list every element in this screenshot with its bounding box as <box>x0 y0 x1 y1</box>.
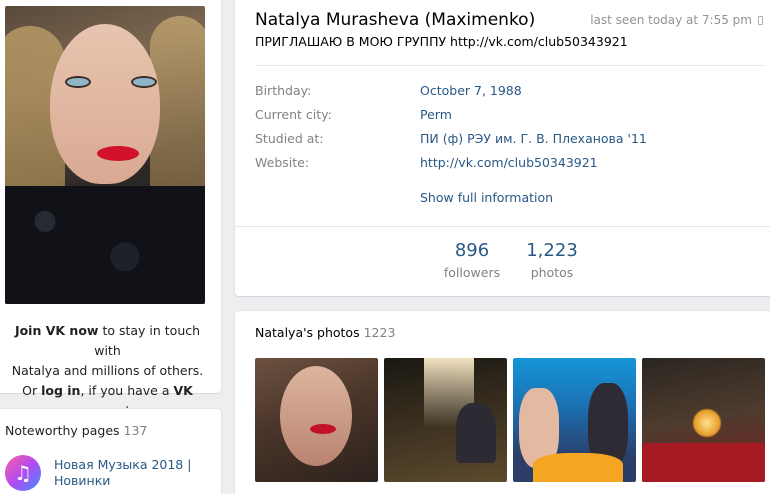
noteworthy-pages-card: Noteworthy pages 137 ♫ Новая Музыка 2018 … <box>0 409 221 494</box>
noteworthy-pages-count: 137 <box>123 423 148 438</box>
profile-info-card: Natalya Murasheva (Maximenko) last seen … <box>235 0 770 296</box>
info-value-city[interactable]: Perm <box>420 107 452 122</box>
info-value-website[interactable]: http://vk.com/club50343921 <box>420 155 598 170</box>
photo-lips <box>310 424 336 434</box>
photos-counter[interactable]: 1,223 photos <box>522 240 582 280</box>
photo-candle <box>692 408 722 438</box>
avatar-face <box>50 24 160 184</box>
photo-face <box>280 366 352 466</box>
profile-name: Natalya Murasheva (Maximenko) <box>255 10 536 30</box>
login-link[interactable]: log in <box>41 383 80 398</box>
info-label: Current city: <box>255 107 332 122</box>
show-full-information-link[interactable]: Show full information <box>420 190 553 205</box>
mobile-phone-icon <box>758 16 763 25</box>
photo-thumbnail[interactable] <box>255 358 378 482</box>
info-value-education[interactable]: ПИ (ф) РЭУ им. Г. В. Плеханова '11 <box>420 131 647 146</box>
vk-brand: VK <box>173 383 193 398</box>
join-text-1: to stay in touch with <box>94 323 201 358</box>
followers-count: 896 <box>454 240 490 261</box>
followers-label: followers <box>443 265 501 280</box>
photos-section-count: 1223 <box>363 325 396 340</box>
avatar-clothing <box>5 186 205 304</box>
photo-person <box>456 403 496 463</box>
photo-table <box>533 453 623 482</box>
photos-card: Natalya's photos 1223 <box>235 311 770 494</box>
photos-count: 1,223 <box>526 240 578 261</box>
photos-section-title: Natalya's photos <box>255 325 360 340</box>
photo-table <box>642 443 765 482</box>
last-seen-text: last seen today at 7:55 pm <box>590 13 752 27</box>
photos-section-header[interactable]: Natalya's photos 1223 <box>255 325 395 340</box>
noteworthy-page-label[interactable]: Новая Музыка 2018 | Новинки <box>54 457 204 489</box>
info-value-birthday[interactable]: October 7, 1988 <box>420 83 522 98</box>
join-text-2: Natalya and millions of others. <box>11 363 204 378</box>
profile-status[interactable]: ПРИГЛАШАЮ В МОЮ ГРУППУ http://vk.com/clu… <box>255 34 628 49</box>
photos-label: photos <box>530 265 574 280</box>
join-text-3: Or <box>22 383 42 398</box>
join-text-4: , if you have a <box>80 383 174 398</box>
noteworthy-pages-header[interactable]: Noteworthy pages 137 <box>5 423 147 438</box>
noteworthy-page-item[interactable]: ♫ Новая Музыка 2018 | Новинки <box>5 455 204 491</box>
info-label: Website: <box>255 155 310 170</box>
avatar-lips <box>97 146 139 161</box>
divider <box>255 65 765 66</box>
avatar-card: Join VK now to stay in touch with Nataly… <box>0 0 221 418</box>
music-note-icon[interactable]: ♫ <box>5 455 41 491</box>
join-link[interactable]: Join VK now <box>15 323 99 338</box>
avatar-eye <box>65 76 91 88</box>
photo-thumbnail[interactable] <box>384 358 507 482</box>
photo-thumbnail[interactable] <box>513 358 636 482</box>
photo-thumbnail[interactable] <box>642 358 765 482</box>
followers-counter[interactable]: 896 followers <box>437 240 507 280</box>
profile-avatar[interactable] <box>5 6 205 304</box>
noteworthy-pages-title: Noteworthy pages <box>5 423 120 438</box>
divider <box>235 226 770 227</box>
join-prompt: Join VK now to stay in touch with Nataly… <box>5 321 210 421</box>
avatar-eye <box>131 76 157 88</box>
info-label: Studied at: <box>255 131 324 146</box>
last-seen-status: last seen today at 7:55 pm <box>590 13 763 27</box>
info-label: Birthday: <box>255 83 312 98</box>
